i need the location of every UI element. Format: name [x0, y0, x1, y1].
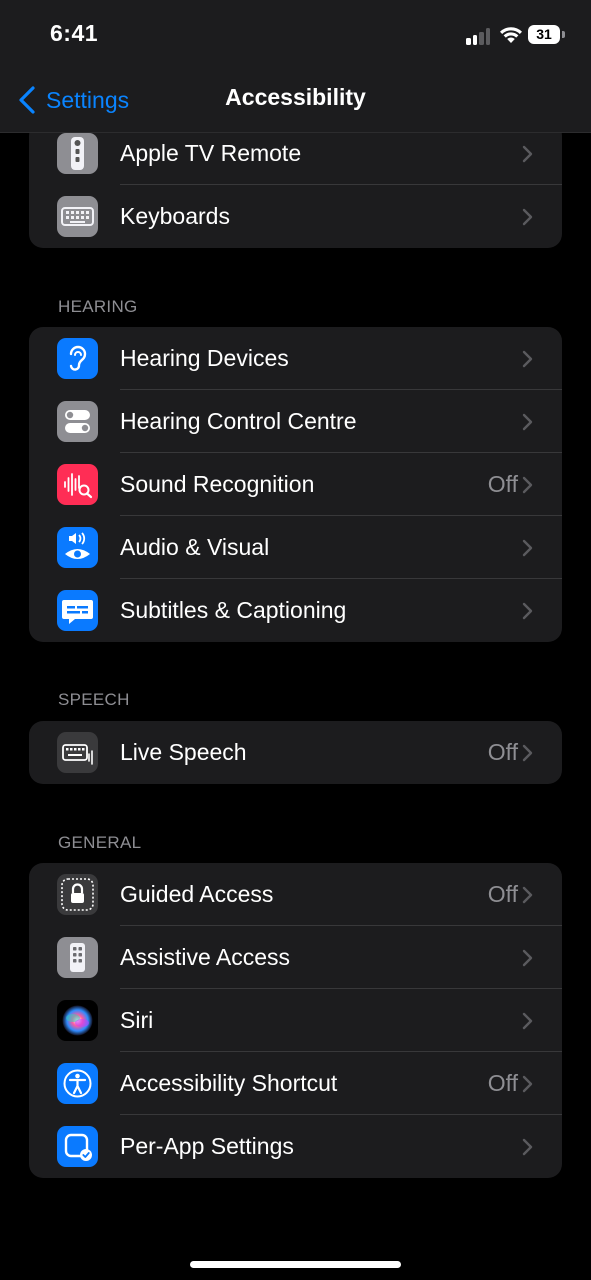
row-label: Guided Access [120, 881, 274, 907]
page-title: Accessibility [225, 84, 366, 110]
chevron-right-icon [522, 1012, 533, 1030]
subtitles-icon [57, 590, 98, 631]
chevron-right-icon [522, 886, 533, 904]
battery-icon: 31 [528, 25, 560, 44]
row-value: Off [487, 739, 518, 765]
audio-visual-icon [57, 527, 98, 568]
cellular-signal-icon [466, 27, 492, 45]
row-label: Audio & Visual [120, 534, 270, 560]
home-indicator[interactable] [190, 1261, 401, 1268]
chevron-right-icon [522, 413, 533, 431]
status-bar: 6:41 31 [0, 0, 591, 70]
row-siri[interactable]: Siri [29, 989, 562, 1052]
row-hearing-devices[interactable]: Hearing Devices [29, 327, 562, 390]
chevron-right-icon [522, 145, 533, 163]
navigation-bar: Settings Accessibility [0, 70, 591, 133]
section-header-speech: SPEECH [58, 690, 130, 709]
row-label: Hearing Devices [120, 345, 289, 371]
row-audio-visual[interactable]: Audio & Visual [29, 516, 562, 579]
toggles-icon [57, 401, 98, 442]
tv-remote-icon [57, 133, 98, 174]
assistive-access-icon [57, 937, 98, 978]
row-guided-access[interactable]: Guided Access Off [29, 863, 562, 926]
chevron-right-icon [522, 602, 533, 620]
row-keyboards[interactable]: Keyboards [29, 185, 562, 248]
row-value: Off [487, 881, 518, 907]
chevron-right-icon [522, 476, 533, 494]
row-per-app-settings[interactable]: Per-App Settings [29, 1115, 562, 1178]
row-label: Keyboards [120, 203, 230, 229]
keyboard-icon [57, 196, 98, 237]
group-top: Apple TV Remote Keyboards [29, 122, 562, 248]
row-sound-recognition[interactable]: Sound Recognition Off [29, 453, 562, 516]
per-app-icon [57, 1126, 98, 1167]
row-label: Hearing Control Centre [120, 408, 357, 434]
row-label: Siri [120, 1007, 154, 1033]
section-header-general: GENERAL [58, 833, 142, 852]
chevron-right-icon [522, 539, 533, 557]
row-hearing-control-centre[interactable]: Hearing Control Centre [29, 390, 562, 453]
row-accessibility-shortcut[interactable]: Accessibility Shortcut Off [29, 1052, 562, 1115]
row-label: Accessibility Shortcut [120, 1070, 338, 1096]
live-speech-icon [57, 732, 98, 773]
row-label: Live Speech [120, 739, 247, 765]
battery-tip [562, 31, 565, 38]
accessibility-icon [57, 1063, 98, 1104]
chevron-right-icon [522, 350, 533, 368]
row-live-speech[interactable]: Live Speech Off [29, 721, 562, 784]
row-subtitles-captioning[interactable]: Subtitles & Captioning [29, 579, 562, 642]
ear-icon [57, 338, 98, 379]
sound-recognition-icon [57, 464, 98, 505]
group-general: Guided Access Off Assistive Access Siri … [29, 863, 562, 1178]
row-label: Per-App Settings [120, 1133, 294, 1159]
chevron-right-icon [522, 744, 533, 762]
section-header-hearing: HEARING [58, 297, 138, 316]
group-hearing: Hearing Devices Hearing Control Centre S… [29, 327, 562, 642]
chevron-right-icon [522, 1138, 533, 1156]
row-label: Assistive Access [120, 944, 290, 970]
row-label: Subtitles & Captioning [120, 597, 347, 623]
lock-icon [57, 874, 98, 915]
chevron-right-icon [522, 1075, 533, 1093]
row-value: Off [487, 1070, 518, 1096]
row-label: Sound Recognition [120, 471, 315, 497]
wifi-icon [500, 27, 522, 43]
chevron-right-icon [522, 208, 533, 226]
group-speech: Live Speech Off [29, 721, 562, 784]
status-time: 6:41 [50, 20, 99, 46]
row-assistive-access[interactable]: Assistive Access [29, 926, 562, 989]
chevron-right-icon [522, 949, 533, 967]
siri-icon [57, 1000, 98, 1041]
row-value: Off [487, 471, 518, 497]
